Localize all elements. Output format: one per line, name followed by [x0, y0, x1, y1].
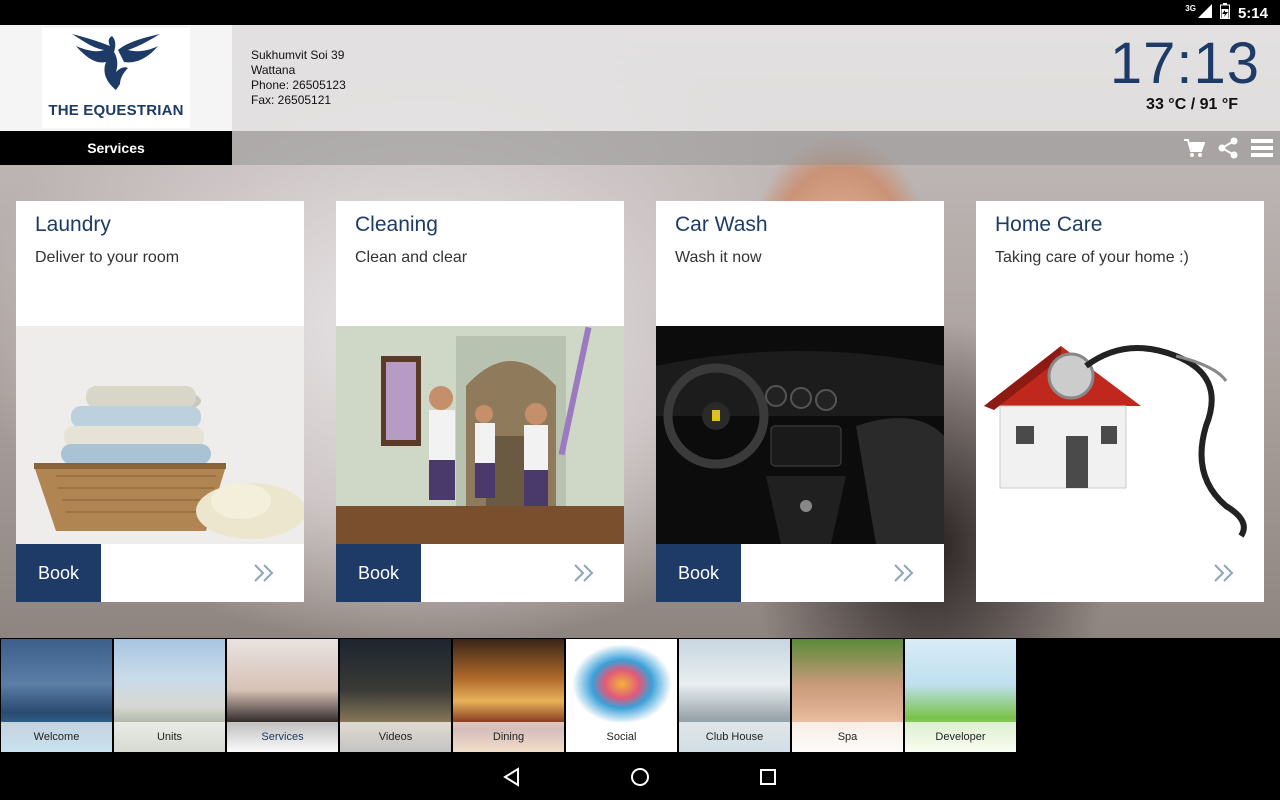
nav-item-social[interactable]: Social — [566, 639, 677, 752]
brand-name: THE EQUESTRIAN — [48, 102, 184, 119]
logo[interactable]: THE EQUESTRIAN — [42, 28, 190, 128]
nav-item-label: Spa — [792, 722, 903, 752]
nav-item-label: Videos — [340, 722, 451, 752]
nav-item-label: Developer — [905, 722, 1016, 752]
system-nav-bar — [0, 753, 1280, 800]
cart-icon[interactable] — [1182, 135, 1206, 161]
status-time: 5:14 — [1237, 4, 1268, 22]
home-icon[interactable] — [628, 765, 652, 789]
section-tab-services[interactable]: Services — [0, 131, 232, 165]
nav-item-videos[interactable]: Videos — [340, 639, 451, 752]
nav-item-label: Welcome — [1, 722, 112, 752]
contact-phone[interactable]: Phone: 26505123 — [251, 78, 346, 93]
back-icon[interactable] — [500, 765, 524, 789]
bottom-nav: Welcome Units Services Videos Dining Soc… — [0, 638, 1280, 753]
toolbar — [1182, 135, 1274, 161]
card-subtitle: Taking care of your home :) — [995, 249, 1189, 266]
chevron-double-right-icon[interactable] — [892, 562, 916, 584]
share-icon[interactable] — [1216, 135, 1240, 161]
card-title: Laundry — [35, 213, 111, 236]
chevron-double-right-icon[interactable] — [1212, 562, 1236, 584]
chevron-double-right-icon[interactable] — [252, 562, 276, 584]
home-care-image — [976, 326, 1264, 544]
contact-fax: Fax: 26505121 — [251, 93, 332, 107]
nav-item-label: Social — [566, 722, 677, 752]
temperature: 33 °C / 91 °F — [1146, 96, 1238, 113]
nav-item-developer[interactable]: Developer — [905, 639, 1016, 752]
contact-street: Sukhumvit Soi 39 — [251, 48, 345, 62]
nav-item-dining[interactable]: Dining — [453, 639, 564, 752]
signal-icon — [1197, 4, 1212, 22]
nav-item-label: Units — [114, 722, 225, 752]
contact-district: Wattana — [251, 63, 296, 77]
card-footer — [976, 544, 1264, 602]
pegasus-logo-icon — [72, 34, 160, 90]
book-button[interactable]: Book — [16, 544, 101, 602]
chevron-double-right-icon[interactable] — [572, 562, 596, 584]
service-card-laundry[interactable]: Laundry Deliver to your room Book — [16, 201, 304, 602]
battery-icon — [1219, 3, 1230, 23]
service-card-home-care[interactable]: Home Care Taking care of your home :) — [976, 201, 1264, 602]
card-title: Cleaning — [355, 213, 438, 236]
card-footer: Book — [336, 544, 624, 602]
logo-container: THE EQUESTRIAN — [0, 25, 232, 131]
nav-item-spa[interactable]: Spa — [792, 639, 903, 752]
nav-item-club-house[interactable]: Club House — [679, 639, 790, 752]
book-button[interactable]: Book — [656, 544, 741, 602]
card-subtitle: Deliver to your room — [35, 249, 180, 266]
clock-time: 17:13 — [1109, 31, 1260, 96]
card-subtitle: Wash it now — [675, 249, 762, 266]
status-bar: 3G 5:14 — [0, 0, 1280, 25]
card-footer: Book — [16, 544, 304, 602]
book-button[interactable]: Book — [336, 544, 421, 602]
card-subtitle: Clean and clear — [355, 249, 468, 266]
status-right: 3G 5:14 — [1185, 3, 1268, 23]
laundry-image — [16, 326, 304, 544]
card-title: Car Wash — [675, 213, 768, 236]
service-card-cleaning[interactable]: Cleaning Clean and clear Book — [336, 201, 624, 602]
cleaning-image — [336, 326, 624, 544]
menu-icon[interactable] — [1250, 135, 1274, 161]
nav-item-label: Club House — [679, 722, 790, 752]
card-title: Home Care — [995, 213, 1103, 236]
clock-widget: 17:13 33 °C / 91 °F — [1110, 33, 1260, 114]
app-root: 3G 5:14 THE EQUESTRIAN Sukhumvit Soi 39 … — [0, 0, 1280, 800]
contact-info: Sukhumvit Soi 39 Wattana Phone: 26505123… — [251, 48, 346, 108]
nav-item-welcome[interactable]: Welcome — [1, 639, 112, 752]
network-type: 3G — [1185, 3, 1196, 13]
nav-item-label: Dining — [453, 722, 564, 752]
car-interior-image — [656, 326, 944, 544]
service-card-car-wash[interactable]: Car Wash Wash it now Book — [656, 201, 944, 602]
nav-item-label: Services — [227, 722, 338, 752]
toolbar-band — [232, 131, 1280, 165]
recents-icon[interactable] — [756, 765, 780, 789]
nav-item-services[interactable]: Services — [227, 639, 338, 752]
nav-item-units[interactable]: Units — [114, 639, 225, 752]
card-footer: Book — [656, 544, 944, 602]
